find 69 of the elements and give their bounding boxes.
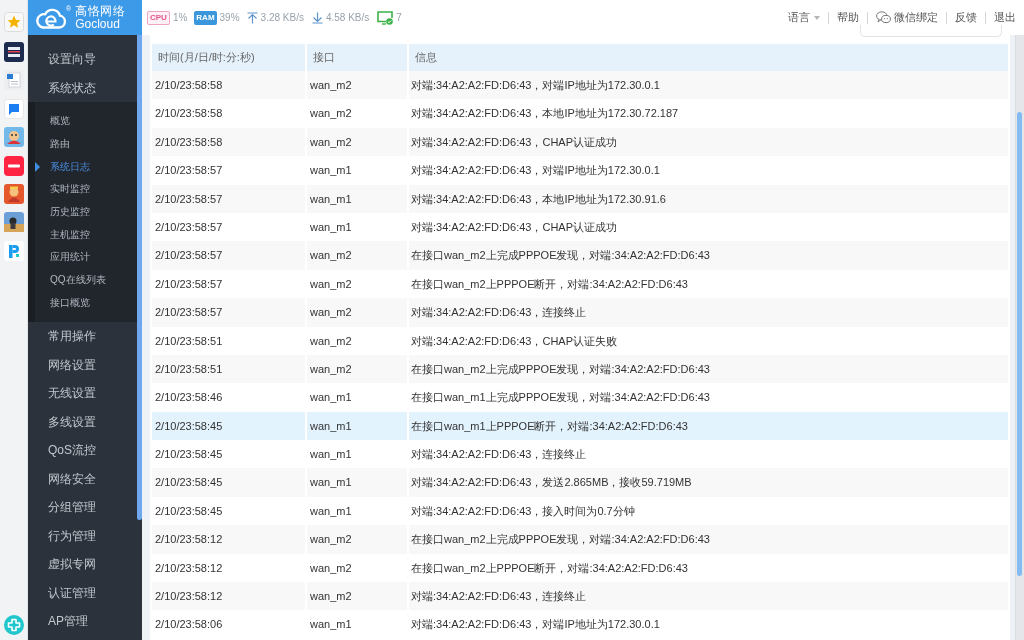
cpu-usage: 1% bbox=[172, 12, 188, 23]
nav-link[interactable]: 反馈 bbox=[955, 10, 977, 25]
table-cell: 2/10/23:58:06 bbox=[152, 610, 307, 639]
menu-item[interactable]: 网络安全 bbox=[28, 464, 137, 494]
triangle-marker-icon bbox=[35, 161, 40, 172]
document-icon[interactable] bbox=[3, 70, 24, 91]
submenu-item[interactable]: 路由 bbox=[35, 132, 137, 156]
table-row[interactable]: 2/10/23:58:12 wan_m2 对端:34:A2:A2:FD:D6:43，连接终止 bbox=[152, 582, 1010, 611]
landscape-tile-icon[interactable] bbox=[3, 212, 24, 233]
menu-item[interactable]: 系统状态 bbox=[28, 73, 137, 102]
device-count: 7 bbox=[396, 12, 402, 23]
logo-subtitle: Gocloud bbox=[75, 18, 121, 30]
menu-item[interactable]: 设置向导 bbox=[28, 45, 137, 74]
dropdown-button[interactable]: 语言 bbox=[788, 10, 820, 25]
submenu-item[interactable]: 主机监控 bbox=[35, 223, 137, 247]
label-tile-icon[interactable] bbox=[3, 155, 24, 176]
table-row[interactable]: 2/10/23:58:57 wan_m2 对端:34:A2:A2:FD:D6:43，连接终止 bbox=[152, 298, 1010, 327]
submenu-item[interactable]: 接口概览 bbox=[35, 291, 137, 315]
menu-item[interactable]: 认证管理 bbox=[28, 578, 137, 608]
table-cell: wan_m1 bbox=[307, 610, 409, 639]
chat-bubble-icon[interactable] bbox=[3, 98, 24, 119]
table-row[interactable]: 2/10/23:58:45 wan_m1 对端:34:A2:A2:FD:D6:43，发送2.865MB，接收59.719MB bbox=[152, 468, 1010, 497]
submenu-item[interactable]: 应用统计 bbox=[35, 246, 137, 269]
menu-item[interactable]: QoS流控 bbox=[28, 436, 137, 465]
submenu-item[interactable]: 实时监控 bbox=[35, 178, 137, 201]
table-row[interactable]: 2/10/23:58:57 wan_m1 对端:34:A2:A2:FD:D6:43，本地IP地址为172.30.91.6 bbox=[152, 184, 1010, 213]
column-header: 时间(月/日/时:分:秒) bbox=[152, 44, 307, 71]
upload-speed: 3.28 KB/s bbox=[260, 12, 304, 23]
logo-title: 高恪网络 bbox=[75, 5, 126, 18]
table-row[interactable]: 2/10/23:58:12 wan_m2 在接口wan_m2上完成PPPOE发现，对端:34:A2:A2:FD:D6:43 bbox=[152, 525, 1010, 554]
nav-link[interactable]: 帮助 bbox=[837, 10, 859, 25]
nav-link[interactable]: 退出 bbox=[994, 10, 1016, 25]
menu-item[interactable]: AP管理 bbox=[28, 607, 137, 636]
menu-item[interactable]: 常用操作 bbox=[28, 322, 137, 351]
circle-logo-icon[interactable] bbox=[3, 615, 24, 635]
submenu-item[interactable]: 系统日志 bbox=[35, 155, 137, 179]
cartoon-tile-icon[interactable] bbox=[3, 127, 24, 148]
cpu-badge: CPU bbox=[147, 10, 170, 25]
menu-item[interactable]: 多线设置 bbox=[28, 407, 137, 437]
lined-tile-icon[interactable] bbox=[3, 42, 24, 62]
monitor-check-icon bbox=[377, 10, 394, 25]
download-icon bbox=[311, 11, 323, 24]
nav-link[interactable]: 微信绑定 bbox=[876, 10, 938, 25]
menu-item[interactable]: 行为管理 bbox=[28, 521, 137, 551]
menu-item[interactable]: 无线设置 bbox=[28, 379, 137, 408]
submenu-item[interactable]: 概览 bbox=[35, 110, 137, 133]
cloud-logo-icon bbox=[36, 6, 66, 29]
menu-item[interactable]: 网络设置 bbox=[28, 350, 137, 380]
scrollbar-thumb[interactable] bbox=[137, 35, 142, 520]
table-row[interactable]: 2/10/23:58:57 wan_m2 在接口wan_m2上完成PPPOE发现，对端:34:A2:A2:FD:D6:43 bbox=[152, 241, 1010, 270]
caret-icon bbox=[814, 15, 820, 20]
table-row[interactable]: 2/10/23:58:45 wan_m1 在接口wan_m1上PPPOE断开，对端:34:A2:A2:FD:D6:43 bbox=[152, 411, 1010, 441]
submenu-item[interactable]: 历史监控 bbox=[35, 200, 137, 224]
column-header: 信息 bbox=[409, 44, 1010, 71]
chat-bubbles-icon bbox=[876, 11, 891, 24]
p-logo-icon[interactable] bbox=[3, 240, 24, 261]
scrollbar-thumb[interactable] bbox=[1017, 112, 1022, 576]
table-row[interactable]: 2/10/23:58:58 wan_m2 对端:34:A2:A2:FD:D6:43，对端IP地址为172.30.0.1 bbox=[152, 71, 1010, 100]
upload-icon bbox=[246, 11, 258, 24]
table-row[interactable]: 2/10/23:58:51 wan_m2 在接口wan_m2上完成PPPOE发现，对端:34:A2:A2:FD:D6:43 bbox=[152, 354, 1010, 384]
menu-item[interactable]: 分组管理 bbox=[28, 493, 137, 522]
figure-tile-icon[interactable] bbox=[3, 183, 24, 204]
ram-badge: RAM bbox=[194, 10, 217, 25]
submenu-item[interactable]: QQ在线列表 bbox=[35, 268, 137, 292]
download-speed: 4.58 KB/s bbox=[325, 12, 370, 23]
menu-item[interactable]: 虚拟专网 bbox=[28, 550, 137, 579]
column-header: 接口 bbox=[307, 44, 409, 71]
memory-usage: 39% bbox=[219, 12, 240, 23]
table-row[interactable]: 2/10/23:58:58 wan_m2 对端:34:A2:A2:FD:D6:43，CHAP认证成功 bbox=[152, 127, 1010, 157]
